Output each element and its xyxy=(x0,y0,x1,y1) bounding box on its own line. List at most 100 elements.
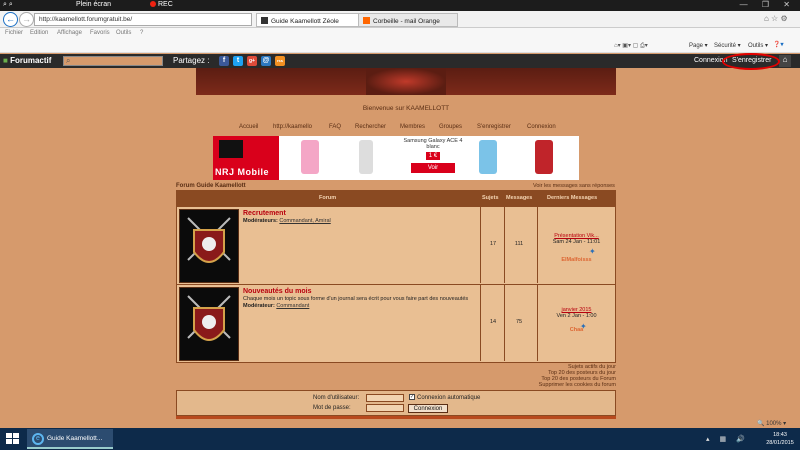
topic-count: 14 xyxy=(489,319,497,325)
last-post-user[interactable]: Chaa xyxy=(538,327,615,333)
nav-register[interactable]: S'enregistrer xyxy=(477,124,511,130)
footer-bar xyxy=(176,416,616,419)
banner-logo xyxy=(366,68,446,95)
rss-icon[interactable]: rss xyxy=(275,56,285,66)
search-input[interactable]: ⌕ xyxy=(63,56,163,66)
welcome-text: Bienvenue sur KAAMELLOTT xyxy=(362,105,450,112)
product-price: 1 € xyxy=(425,152,441,160)
favicon-icon xyxy=(261,17,268,24)
email-icon[interactable]: @ xyxy=(261,56,271,66)
search-icon[interactable]: ⌕ ⌕ xyxy=(3,1,13,9)
back-button[interactable]: ← xyxy=(3,12,18,27)
menu-edition[interactable]: Edition xyxy=(30,30,48,36)
shield-icon xyxy=(187,295,231,341)
forum-row: Recrutement Modérateurs: Commandant, Ami… xyxy=(177,206,615,284)
col-forum: Forum xyxy=(319,195,337,201)
forum-title-link[interactable]: Forum Guide Kaamellott xyxy=(176,183,246,189)
taskbar-ie-button[interactable]: e Guide Kaamellott... xyxy=(27,429,113,449)
nav-faq[interactable]: FAQ xyxy=(329,124,341,130)
googleplus-icon[interactable]: g+ xyxy=(247,56,257,66)
forum-table: Forum Sujets Messages Derniers Messages … xyxy=(176,190,616,363)
forum-row: Nouveautés du mois Chaque mois un topic … xyxy=(177,284,615,362)
system-tray-icons[interactable]: ▴ ▦ 🔊 xyxy=(706,435,749,443)
tab-guide-kaamellott[interactable]: Guide Kaamellott Zéole xyxy=(256,13,361,27)
stats-links: Sujets actifs du jour Top 20 des posteur… xyxy=(520,364,616,388)
window-controls[interactable]: — ❐ ✕ xyxy=(740,0,796,9)
windows-taskbar: e Guide Kaamellott... ▴ ▦ 🔊 18:43 28/01/… xyxy=(0,428,800,450)
forum-description: Chaque mois un topic sous forme d'un jou… xyxy=(243,296,473,310)
col-last: Derniers Messages xyxy=(547,195,598,201)
last-post: Présentation Vik... Sam 24 Jan - 11:01 E… xyxy=(538,233,615,263)
security-menu[interactable]: Sécurité ▾ xyxy=(714,42,741,49)
password-input[interactable] xyxy=(366,404,404,412)
moderators-label: Modérateurs: xyxy=(243,218,278,224)
address-bar[interactable]: http://kaamellott.forumgratuit.be/ xyxy=(34,13,252,26)
forum-shield-icon xyxy=(179,287,239,361)
share-label: Partagez : xyxy=(173,56,210,65)
nav-groupes[interactable]: Groupes xyxy=(439,124,462,130)
forum-description: Modérateurs: Commandant, Amiral xyxy=(243,218,473,225)
voir-button[interactable]: Voir xyxy=(411,163,455,173)
goto-post-icon[interactable]: ✦ xyxy=(580,322,587,331)
moderator-links[interactable]: Commandant, Amiral xyxy=(279,218,330,224)
cmd-icons[interactable]: ⌂▾ ▣▾ ▢ ⎙▾ xyxy=(614,42,648,50)
description-text: Chaque mois un topic sous forme d'un jou… xyxy=(243,296,469,302)
menu-outils[interactable]: Outils xyxy=(116,30,131,36)
fullscreen-label[interactable]: Plein écran xyxy=(76,1,111,8)
login-box: Nom d'utilisateur: ✓ Connexion automatiq… xyxy=(176,390,616,416)
link-delete-cookies[interactable]: Supprimer les cookies du forum xyxy=(520,382,616,388)
menu-favoris[interactable]: Favoris xyxy=(90,30,110,36)
nav-membres[interactable]: Membres xyxy=(400,124,425,130)
orange-favicon-icon xyxy=(363,17,370,24)
search-icon: ⌕ xyxy=(66,56,71,65)
help-icon[interactable]: ❓▾ xyxy=(773,41,783,48)
auto-login-checkbox[interactable]: ✓ xyxy=(409,394,415,400)
rec-indicator[interactable]: REC xyxy=(150,1,173,8)
menu-fichier[interactable]: Fichier xyxy=(5,30,23,36)
tools-menu[interactable]: Outils ▾ xyxy=(748,42,768,49)
moderator-links[interactable]: Commandant xyxy=(276,303,309,309)
zoom-level[interactable]: 🔍 100% ▾ xyxy=(757,420,786,427)
nav-accueil[interactable]: Accueil xyxy=(239,124,258,130)
start-button[interactable] xyxy=(6,433,20,445)
rec-label: REC xyxy=(158,1,173,8)
facebook-icon[interactable]: f xyxy=(219,56,229,66)
home-icon[interactable]: ⌂ xyxy=(779,55,791,67)
password-label: Mot de passe: xyxy=(313,405,351,411)
forum-shield-icon xyxy=(179,209,239,283)
phone-image xyxy=(479,140,497,174)
tab-corbeille[interactable]: Corbeille - mail Orange xyxy=(358,13,458,27)
clock[interactable]: 18:43 28/01/2015 xyxy=(765,431,795,447)
nrj-mobile-ad[interactable]: NRJ Mobile xyxy=(213,136,279,180)
forum-title[interactable]: Nouveautés du mois xyxy=(243,288,311,295)
username-input[interactable] xyxy=(366,394,404,402)
page-menu[interactable]: Page ▾ xyxy=(689,42,708,49)
advertisement-banner[interactable]: NRJ Mobile Samsung Galaxy ACE 4 blanc 1 … xyxy=(213,136,579,180)
tab-label: Guide Kaamellott Zéole xyxy=(271,18,339,25)
taskbar-app-label: Guide Kaamellott... xyxy=(47,435,103,442)
forward-button[interactable]: → xyxy=(19,12,34,27)
home-star-gear-icons[interactable]: ⌂ ☆ ⚙ xyxy=(764,14,788,23)
message-count: 111 xyxy=(514,241,524,247)
forum-nav: Accueil http://kaamello FAQ Rechercher M… xyxy=(196,124,616,134)
nav-rechercher[interactable]: Rechercher xyxy=(355,124,386,130)
goto-post-icon[interactable]: ✦ xyxy=(589,247,596,256)
nrj-box xyxy=(219,140,243,158)
last-post-user[interactable]: ElMalfoisss xyxy=(538,257,615,263)
nav-website[interactable]: http://kaamello xyxy=(273,124,312,130)
col-messages: Messages xyxy=(506,195,533,201)
twitter-icon[interactable]: t xyxy=(233,56,243,66)
menu-affichage[interactable]: Affichage xyxy=(57,30,82,36)
login-button[interactable]: Connexion xyxy=(408,404,448,413)
forum-title[interactable]: Recrutement xyxy=(243,210,286,217)
message-count: 75 xyxy=(515,319,523,325)
forumactif-icon: ■ xyxy=(3,56,8,65)
phone-image xyxy=(535,140,553,174)
brand-label: Forumactif xyxy=(10,56,52,65)
samsung-offer[interactable]: Samsung Galaxy ACE 4 blanc 1 € Voir xyxy=(403,138,463,178)
forumactif-logo[interactable]: ■ Forumactif xyxy=(3,56,51,65)
nav-connexion[interactable]: Connexion xyxy=(527,124,556,130)
menu-help[interactable]: ? xyxy=(140,30,143,36)
unanswered-link[interactable]: Voir les messages sans réponses xyxy=(533,183,615,189)
ie-icon: e xyxy=(32,433,44,445)
